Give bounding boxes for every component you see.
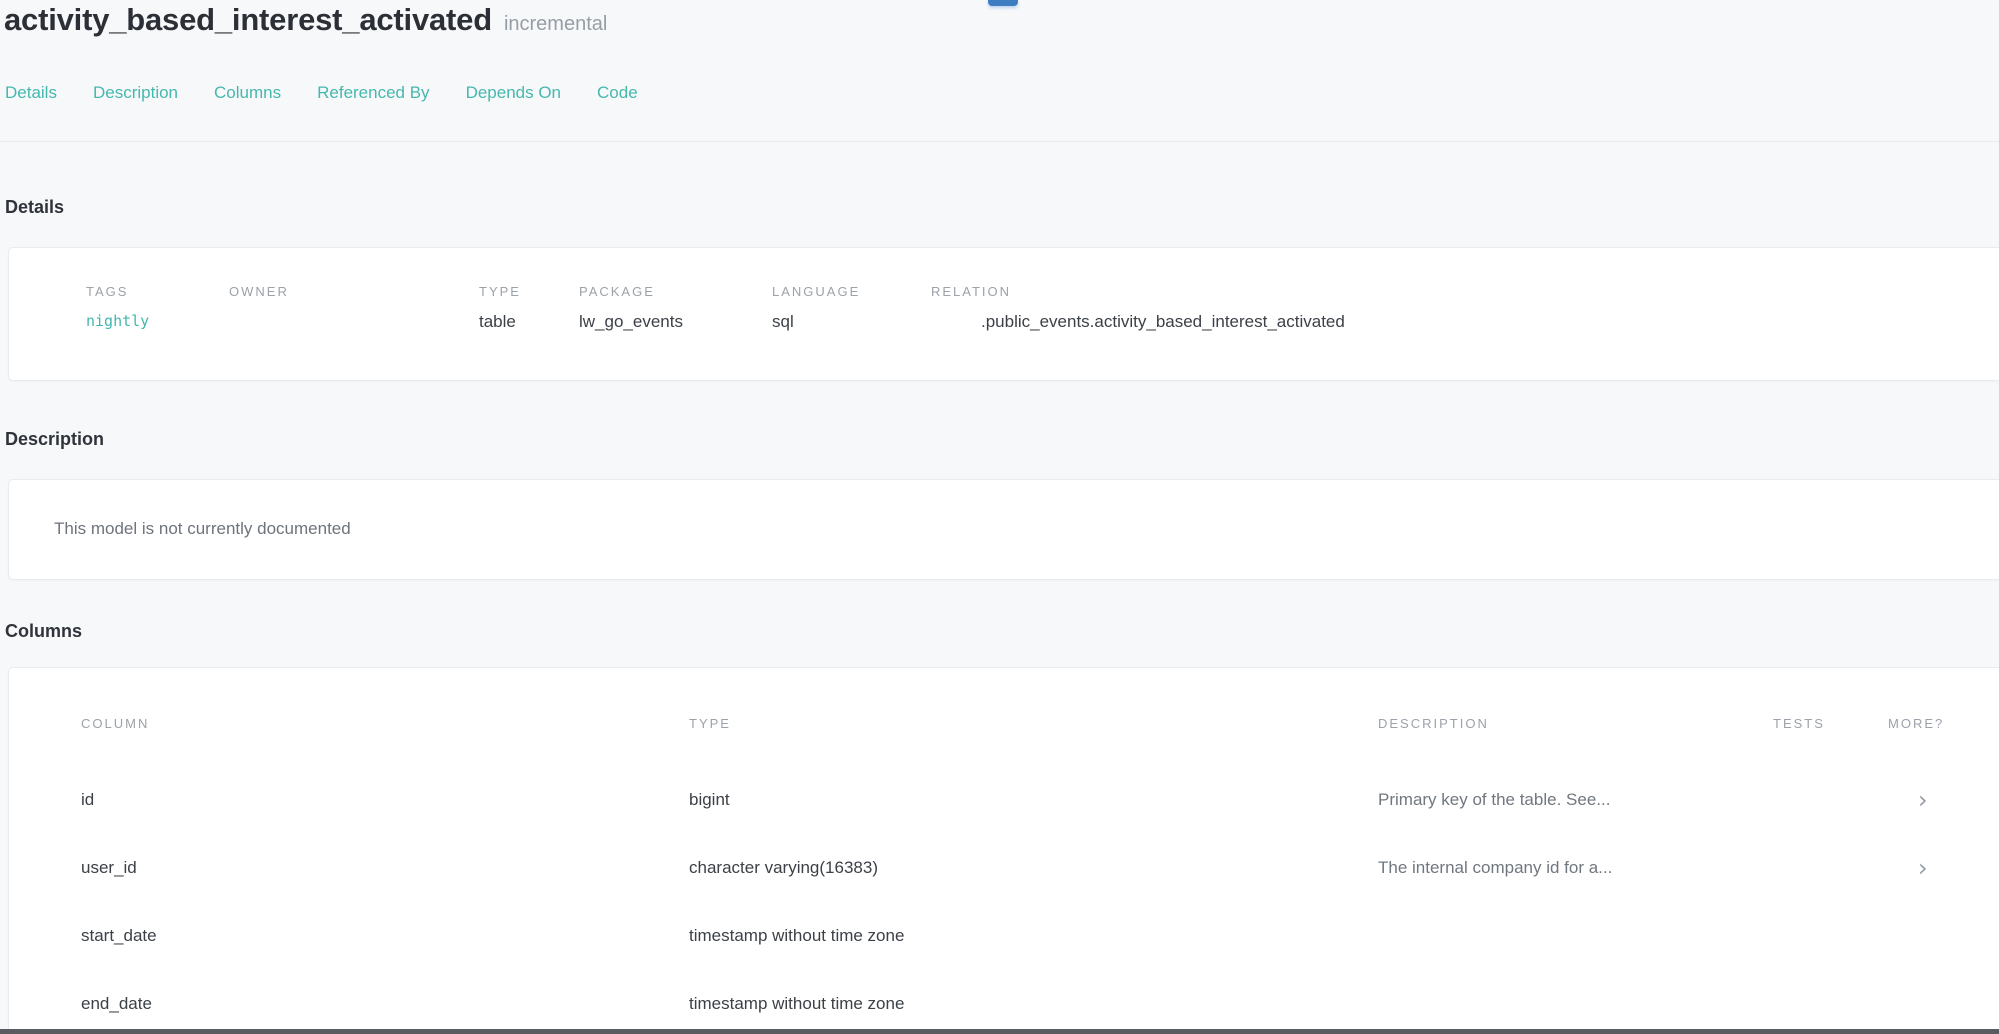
field-type-value: table	[479, 312, 579, 332]
field-language: LANGUAGE sql	[772, 284, 931, 332]
cell-type: timestamp without time zone	[689, 926, 1378, 946]
column-header-type: TYPE	[689, 716, 1378, 731]
page-header: activity_based_interest_activated increme…	[4, 2, 607, 38]
table-row-start-date[interactable]: start_date timestamp without time zone	[81, 902, 1999, 970]
materialization-badge: incremental	[504, 13, 607, 35]
description-section-heading: Description	[5, 429, 104, 450]
field-owner-value	[229, 312, 479, 332]
columns-section-heading: Columns	[5, 621, 82, 642]
details-section-heading: Details	[5, 197, 64, 218]
details-card: TAGS nightly OWNER TYPE table PACKAGE lw…	[8, 247, 1999, 381]
field-type: TYPE table	[479, 284, 579, 332]
cell-column: start_date	[81, 926, 689, 946]
nav-divider	[0, 141, 1999, 142]
tag-nightly[interactable]: nightly	[86, 312, 229, 332]
column-header-tests: TESTS	[1773, 716, 1888, 731]
tab-columns[interactable]: Columns	[214, 83, 281, 103]
field-language-label: LANGUAGE	[772, 284, 931, 299]
field-language-value: sql	[772, 312, 931, 332]
table-row-user-id[interactable]: user_id character varying(16383) The int…	[81, 834, 1999, 902]
cell-type: character varying(16383)	[689, 858, 1378, 878]
chevron-right-icon: ›	[1918, 786, 1928, 814]
model-docs-page: activity_based_interest_activated increme…	[0, 0, 1999, 1034]
details-fields: TAGS nightly OWNER TYPE table PACKAGE lw…	[9, 248, 1999, 332]
bottom-edge-bar	[0, 1029, 1999, 1034]
cell-description: Primary key of the table. See...	[1378, 790, 1773, 810]
cell-column: user_id	[81, 858, 689, 878]
field-relation-value: .public_events.activity_based_interest_a…	[931, 312, 1999, 332]
description-text: This model is not currently documented	[9, 480, 1999, 539]
cell-column: end_date	[81, 994, 689, 1014]
columns-table: COLUMN TYPE DESCRIPTION TESTS MORE? id b…	[9, 668, 1999, 1034]
section-nav: Details Description Columns Referenced B…	[5, 83, 638, 103]
cell-column: id	[81, 790, 689, 810]
field-relation: RELATION .public_events.activity_based_i…	[931, 284, 1999, 332]
tab-details[interactable]: Details	[5, 83, 57, 103]
table-row-id[interactable]: id bigint Primary key of the table. See.…	[81, 766, 1999, 834]
table-row-end-date[interactable]: end_date timestamp without time zone	[81, 970, 1999, 1034]
description-card: This model is not currently documented	[8, 479, 1999, 580]
field-tags: TAGS nightly	[86, 284, 229, 332]
tab-referenced-by[interactable]: Referenced By	[317, 83, 429, 103]
columns-table-header: COLUMN TYPE DESCRIPTION TESTS MORE?	[81, 716, 1999, 731]
column-header-column: COLUMN	[81, 716, 689, 731]
column-header-description: DESCRIPTION	[1378, 716, 1773, 731]
field-package-label: PACKAGE	[579, 284, 772, 299]
tab-description[interactable]: Description	[93, 83, 178, 103]
cell-type: timestamp without time zone	[689, 994, 1378, 1014]
field-owner-label: OWNER	[229, 284, 479, 299]
chevron-right-icon: ›	[1918, 854, 1928, 882]
field-tags-label: TAGS	[86, 284, 229, 299]
field-package: PACKAGE lw_go_events	[579, 284, 772, 332]
columns-card: COLUMN TYPE DESCRIPTION TESTS MORE? id b…	[8, 667, 1999, 1034]
field-owner: OWNER	[229, 284, 479, 332]
tab-code[interactable]: Code	[597, 83, 638, 103]
tab-depends-on[interactable]: Depends On	[466, 83, 561, 103]
page-title: activity_based_interest_activated	[4, 2, 492, 37]
field-package-value: lw_go_events	[579, 312, 772, 332]
field-relation-label: RELATION	[931, 284, 1999, 299]
cell-description: The internal company id for a...	[1378, 858, 1773, 878]
clipped-blue-button-edge	[988, 0, 1018, 6]
cell-type: bigint	[689, 790, 1378, 810]
column-header-more: MORE?	[1888, 716, 1998, 731]
field-type-label: TYPE	[479, 284, 579, 299]
